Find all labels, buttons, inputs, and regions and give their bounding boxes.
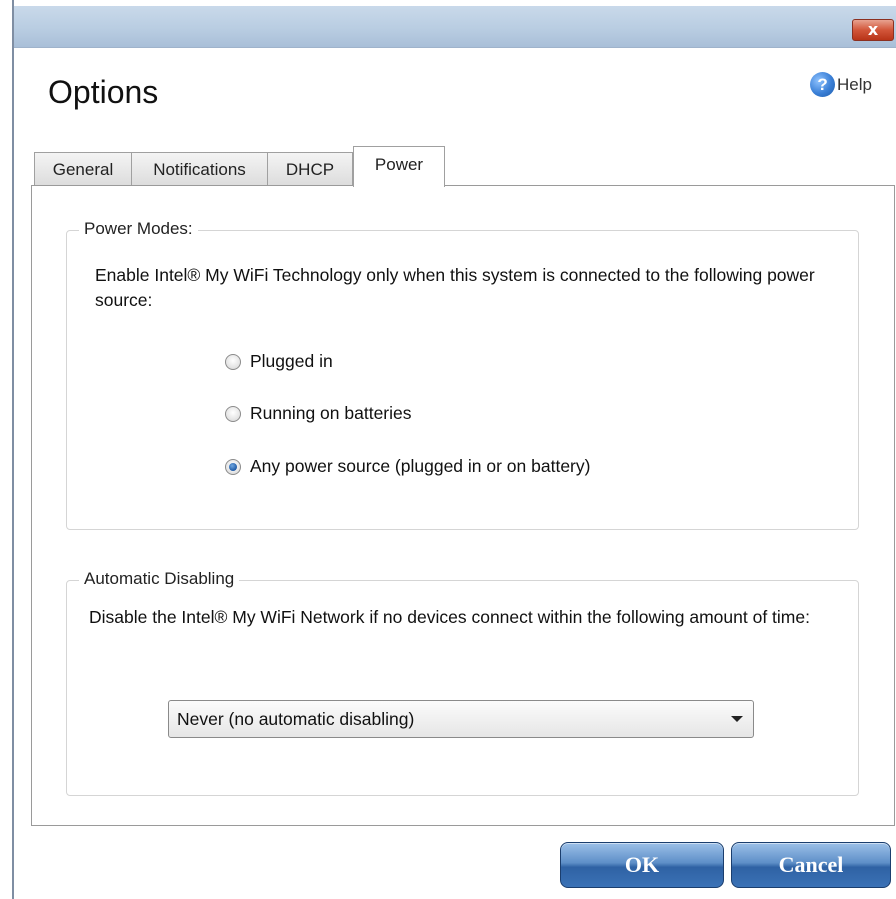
radio-button-unchecked[interactable] xyxy=(225,405,241,422)
automatic-disabling-group: Automatic Disabling Disable the Intel® M… xyxy=(66,569,859,796)
tab-general[interactable]: General xyxy=(34,152,132,186)
disable-timeout-select[interactable]: Never (no automatic disabling) xyxy=(168,700,754,738)
power-modes-description: Enable Intel® My WiFi Technology only wh… xyxy=(95,265,815,310)
radio-plugged-in-label[interactable]: Plugged in xyxy=(250,351,333,372)
close-button[interactable]: x xyxy=(852,19,894,41)
page-title: Options xyxy=(48,74,159,110)
tab-power[interactable]: Power xyxy=(353,146,445,187)
radio-running-on-batteries-label[interactable]: Running on batteries xyxy=(250,403,412,424)
help-link[interactable]: ? Help xyxy=(810,72,872,97)
tab-panel-power: Power Modes: Enable Intel® My WiFi Techn… xyxy=(31,185,895,826)
close-icon[interactable]: x xyxy=(868,20,878,39)
automatic-disabling-legend: Automatic Disabling xyxy=(79,569,240,589)
title-bar[interactable]: x xyxy=(14,6,896,48)
power-modes-legend: Power Modes: xyxy=(79,219,198,239)
radio-any-power-source-label[interactable]: Any power source (plugged in or on batte… xyxy=(250,456,590,477)
radio-button-unchecked[interactable] xyxy=(225,353,241,370)
radio-plugged-in[interactable]: Plugged in xyxy=(225,351,333,372)
cancel-button[interactable]: Cancel xyxy=(731,842,891,888)
radio-button-checked[interactable] xyxy=(225,458,241,475)
automatic-disabling-description: Disable the Intel® My WiFi Network if no… xyxy=(89,607,810,627)
tab-dhcp[interactable]: DHCP xyxy=(267,152,353,186)
power-modes-group: Power Modes: Enable Intel® My WiFi Techn… xyxy=(66,219,859,530)
radio-running-on-batteries[interactable]: Running on batteries xyxy=(225,403,412,424)
ok-button[interactable]: OK xyxy=(560,842,724,888)
help-label[interactable]: Help xyxy=(837,75,872,95)
disable-timeout-value[interactable]: Never (no automatic disabling) xyxy=(177,709,414,729)
radio-any-power-source[interactable]: Any power source (plugged in or on batte… xyxy=(225,456,590,477)
help-icon[interactable]: ? xyxy=(810,72,836,97)
chevron-down-icon[interactable] xyxy=(731,716,743,722)
window-left-edge xyxy=(0,0,14,899)
tab-notifications[interactable]: Notifications xyxy=(131,152,268,186)
